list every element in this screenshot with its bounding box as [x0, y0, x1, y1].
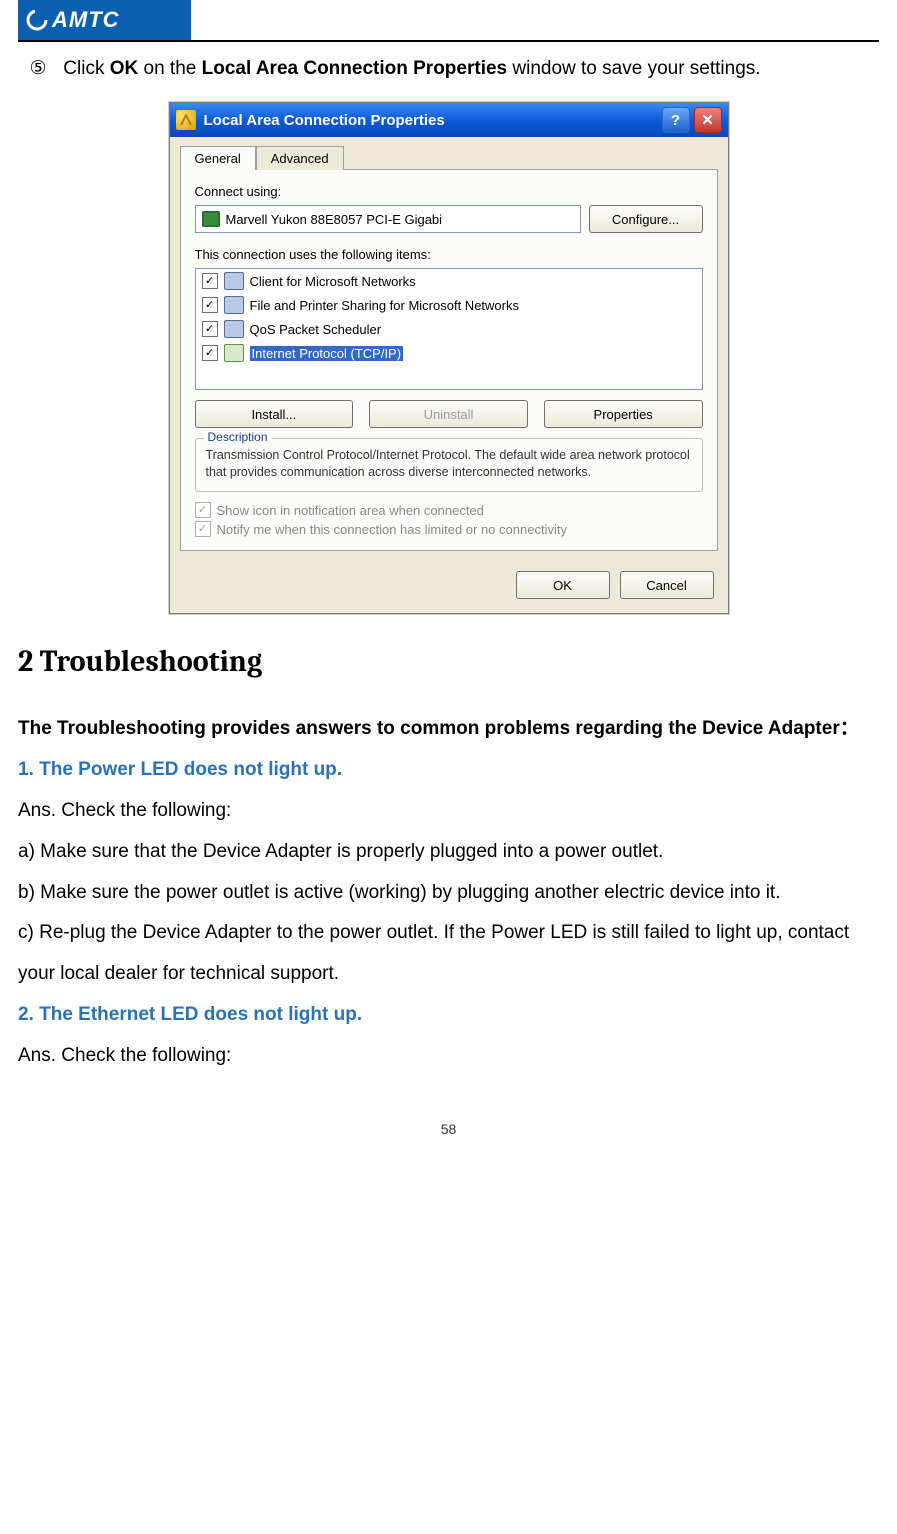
close-button[interactable]: ✕: [694, 107, 722, 133]
checkbox-icon[interactable]: ✓: [202, 321, 218, 337]
checkbox-icon[interactable]: ✓: [202, 273, 218, 289]
connection-items-list[interactable]: ✓ Client for Microsoft Networks ✓ File a…: [195, 268, 703, 390]
step-instruction: ⑤ Click OK on the Local Area Connection …: [18, 54, 879, 84]
file-sharing-icon: [224, 296, 244, 314]
answer-1b: b) Make sure the power outlet is active …: [18, 873, 879, 914]
xp-dialog: Local Area Connection Properties ? ✕ Gen…: [169, 102, 729, 614]
checkbox-icon[interactable]: ✓: [195, 521, 211, 537]
notify-label: Notify me when this connection has limit…: [217, 522, 567, 537]
list-item[interactable]: ✓ File and Printer Sharing for Microsoft…: [196, 293, 702, 317]
description-text: Transmission Control Protocol/Internet P…: [206, 447, 692, 481]
answer-label-2: Ans. Check the following:: [18, 1036, 879, 1077]
client-service-icon: [224, 272, 244, 290]
show-icon-label: Show icon in notification area when conn…: [217, 503, 484, 518]
tcpip-icon: [224, 344, 244, 362]
description-group: Description Transmission Control Protoco…: [195, 438, 703, 492]
checkbox-icon[interactable]: ✓: [195, 502, 211, 518]
configure-button[interactable]: Configure...: [589, 205, 703, 233]
checkbox-icon[interactable]: ✓: [202, 345, 218, 361]
help-button[interactable]: ?: [662, 107, 690, 133]
step-text-1: Click: [63, 58, 109, 79]
header-rule: [18, 40, 879, 42]
item-label: Internet Protocol (TCP/IP): [250, 346, 404, 361]
brand-icon: [26, 9, 48, 31]
question-1: 1. The Power LED does not light up.: [18, 750, 879, 791]
brand-text: AMTC: [52, 7, 120, 33]
item-label: File and Printer Sharing for Microsoft N…: [250, 298, 519, 313]
dialog-title: Local Area Connection Properties: [204, 112, 445, 129]
properties-button[interactable]: Properties: [544, 400, 703, 428]
nic-icon: [202, 211, 220, 227]
close-icon: ✕: [701, 111, 714, 129]
answer-1c: c) Re-plug the Device Adapter to the pow…: [18, 913, 879, 995]
page-number: 58: [18, 1121, 879, 1137]
cancel-button[interactable]: Cancel: [620, 571, 714, 599]
qos-icon: [224, 320, 244, 338]
uninstall-button: Uninstall: [369, 400, 528, 428]
answer-label: Ans. Check the following:: [18, 791, 879, 832]
connect-using-label: Connect using:: [195, 184, 703, 199]
step-text-3: window to save your settings.: [507, 58, 760, 79]
tab-strip: General Advanced: [170, 137, 728, 169]
notify-checkbox-row[interactable]: ✓ Notify me when this connection has lim…: [195, 521, 703, 537]
ok-button[interactable]: OK: [516, 571, 610, 599]
step-window-name: Local Area Connection Properties: [202, 58, 507, 79]
list-item-selected[interactable]: ✓ Internet Protocol (TCP/IP): [196, 341, 702, 365]
section-heading: 2 Troubleshooting: [18, 644, 879, 679]
adapter-field[interactable]: Marvell Yukon 88E8057 PCI-E Gigabi: [195, 205, 581, 233]
items-label: This connection uses the following items…: [195, 247, 703, 262]
item-label: Client for Microsoft Networks: [250, 274, 416, 289]
list-item[interactable]: ✓ QoS Packet Scheduler: [196, 317, 702, 341]
step-ok-word: OK: [110, 58, 139, 79]
question-2: 2. The Ethernet LED does not light up.: [18, 995, 879, 1036]
help-glyph: ?: [671, 112, 680, 129]
troubleshooting-intro: The Troubleshooting provides answers to …: [18, 709, 879, 750]
description-legend: Description: [204, 430, 272, 444]
adapter-name-text: Marvell Yukon 88E8057 PCI-E Gigabi: [226, 212, 443, 227]
answer-1a: a) Make sure that the Device Adapter is …: [18, 832, 879, 873]
dialog-titlebar[interactable]: Local Area Connection Properties ? ✕: [170, 103, 728, 137]
tab-general[interactable]: General: [180, 146, 256, 170]
checkbox-icon[interactable]: ✓: [202, 297, 218, 313]
network-connection-icon: [176, 110, 196, 130]
step-number: ⑤: [18, 54, 58, 84]
install-button[interactable]: Install...: [195, 400, 354, 428]
tab-advanced[interactable]: Advanced: [256, 146, 344, 170]
list-item[interactable]: ✓ Client for Microsoft Networks: [196, 269, 702, 293]
show-icon-checkbox-row[interactable]: ✓ Show icon in notification area when co…: [195, 502, 703, 518]
tab-panel-general: Connect using: Marvell Yukon 88E8057 PCI…: [180, 169, 718, 551]
step-text-2: on the: [138, 58, 201, 79]
item-label: QoS Packet Scheduler: [250, 322, 382, 337]
brand-logo: AMTC: [18, 0, 191, 40]
